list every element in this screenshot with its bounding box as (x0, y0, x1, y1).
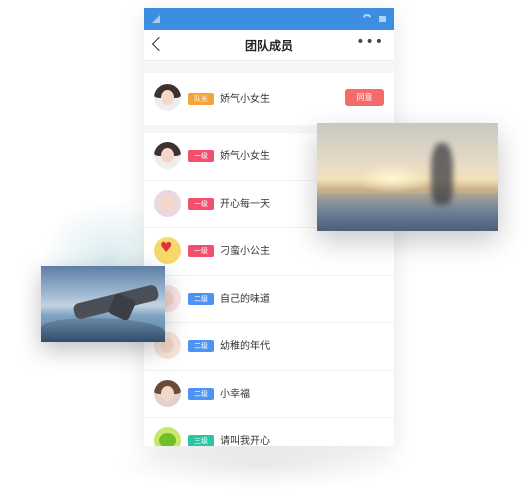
member-name: 自己的味道 (220, 293, 270, 305)
avatar (154, 142, 181, 169)
role-badge: 二级 (188, 340, 214, 352)
avatar (154, 379, 181, 407)
member-name: 幼稚的年代 (220, 341, 270, 352)
member-name: 娇气小女生 (220, 94, 270, 105)
role-badge: 二级 (188, 387, 214, 400)
seashore-photo (41, 266, 165, 342)
list-item[interactable]: 二级 幼稚的年代 (144, 323, 394, 371)
phone-shadow (110, 440, 410, 490)
list-item[interactable]: ♥ 一级 刁蛮小公主 (144, 228, 394, 276)
role-badge: 三级 (188, 435, 214, 446)
heart-icon: ♥ (160, 240, 173, 256)
member-name: 开心每一天 (220, 198, 270, 210)
agree-button[interactable]: 同意 (345, 89, 384, 106)
member-name: 娇气小女生 (220, 151, 270, 162)
member-name: 请叫我开心 (220, 436, 270, 446)
avatar-face (161, 90, 174, 105)
avatar (154, 427, 181, 446)
list-item[interactable]: 二级 自己的味道 (144, 275, 394, 323)
list-item[interactable]: 二级 小幸福 (144, 370, 394, 418)
role-badge: 二级 (188, 292, 214, 305)
member-name: 刁蛮小公主 (220, 246, 270, 257)
signal-icon (152, 15, 160, 23)
frog-icon (159, 433, 176, 446)
more-icon[interactable]: ••• (356, 35, 384, 49)
role-badge: 队长 (188, 93, 214, 105)
avatar (154, 84, 181, 111)
list-item[interactable]: 三级 请叫我开心 (144, 418, 394, 446)
avatar (154, 189, 181, 217)
status-bar (144, 8, 394, 30)
sunset-photo (317, 123, 498, 231)
avatar: ♥ (154, 237, 181, 264)
nav-bar: 团队成员 ••• (144, 30, 394, 61)
role-badge: 一级 (188, 150, 214, 162)
leader-row[interactable]: 队长 娇气小女生 同意 (144, 61, 394, 125)
role-badge: 一级 (188, 245, 214, 257)
role-badge: 一级 (188, 197, 214, 210)
wifi-icon (362, 12, 372, 22)
battery-icon (379, 16, 386, 22)
member-name: 小幸福 (220, 388, 250, 400)
